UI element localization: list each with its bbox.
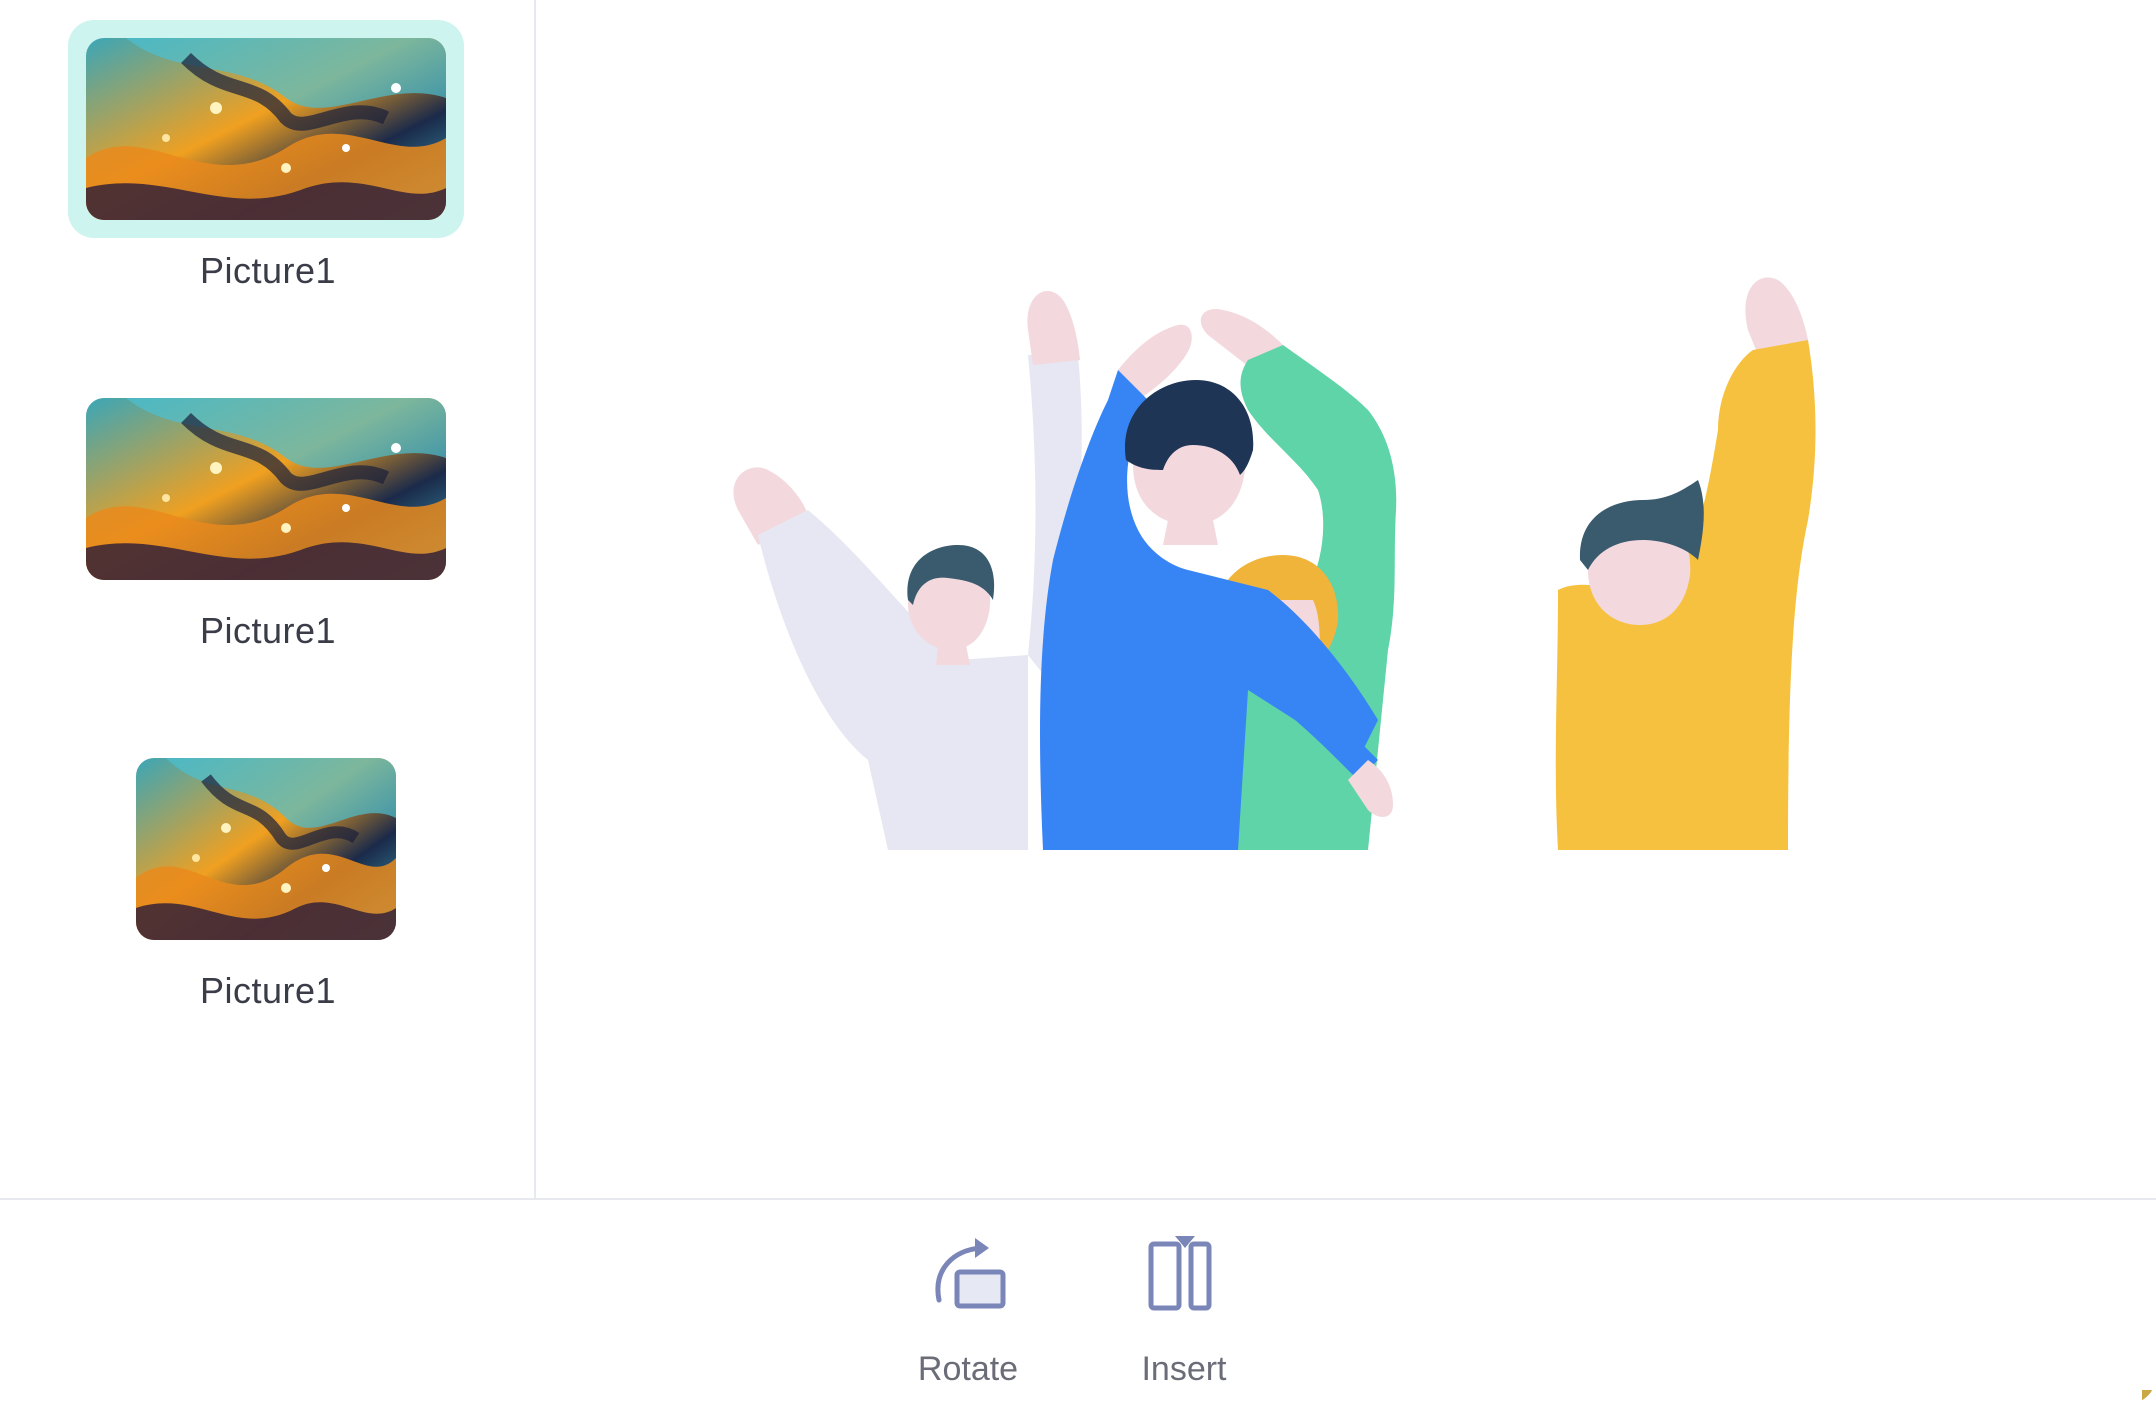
thumbnail-image[interactable] [136,758,396,940]
picture-editor-window: Picture1 Picture1 Picture1 Rotate Insert [0,0,2156,1404]
picture-canvas[interactable] [538,0,2156,1198]
thumbnail-item-2[interactable]: Picture1 [0,360,536,680]
insert-button[interactable]: Insert [1114,1230,1254,1390]
thumbnail-label: Picture1 [199,250,337,291]
thumbnail-item-3[interactable]: Picture1 [0,720,536,1040]
thumbnail-item-1[interactable]: Picture1 [0,0,536,320]
rotate-icon [935,1238,1006,1309]
rotate-label: Rotate [917,1350,1019,1388]
window-corner [2142,1390,2156,1404]
insert-label: Insert [1141,1350,1227,1388]
thumbnail-label: Picture1 [199,610,337,651]
rotate-button[interactable]: Rotate [898,1230,1038,1390]
people-illustration [733,277,1816,850]
thumbnail-label: Picture1 [199,970,337,1011]
bottom-toolbar: Rotate Insert [0,1198,2156,1404]
insert-icon [1148,1236,1212,1311]
thumbnail-image[interactable] [86,398,446,580]
thumbnail-sidebar: Picture1 Picture1 Picture1 [0,0,536,1198]
thumbnail-image[interactable] [86,38,446,220]
